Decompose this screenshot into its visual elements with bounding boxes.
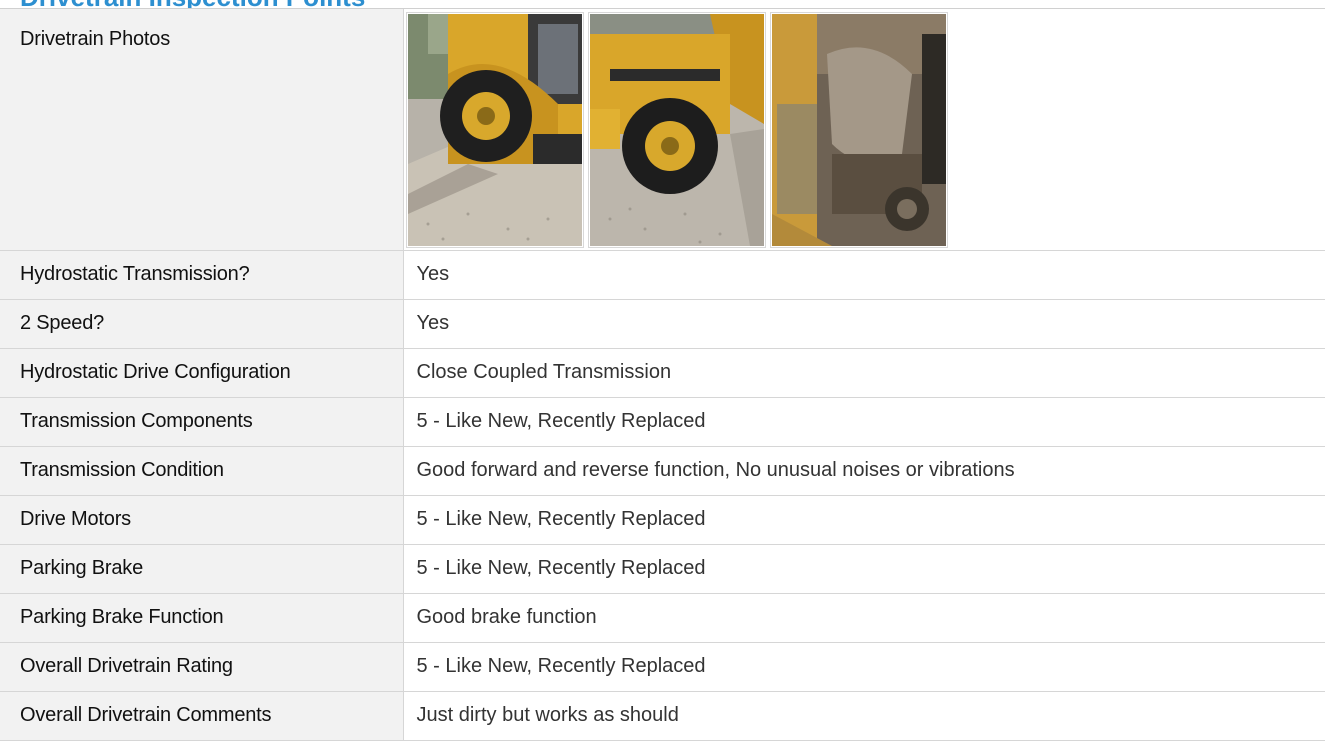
- table-row: Drive Motors 5 - Like New, Recently Repl…: [0, 495, 1325, 545]
- table-row: Hydrostatic Transmission? Yes: [0, 250, 1325, 300]
- row-label: Drive Motors: [0, 495, 404, 545]
- row-value: Yes: [403, 250, 1325, 300]
- row-label: Hydrostatic Transmission?: [0, 250, 404, 300]
- row-label: Parking Brake: [0, 544, 404, 594]
- table-row-photos: Drivetrain Photos: [0, 9, 1325, 251]
- row-value: Good brake function: [403, 593, 1325, 643]
- table-row: Transmission Components 5 - Like New, Re…: [0, 397, 1325, 447]
- table-row: Parking Brake 5 - Like New, Recently Rep…: [0, 544, 1325, 594]
- row-value: Good forward and reverse function, No un…: [403, 446, 1325, 496]
- backhoe-rear-wheel-photo[interactable]: [587, 12, 766, 248]
- row-label: Transmission Components: [0, 397, 404, 447]
- table-row: Overall Drivetrain Comments Just dirty b…: [0, 691, 1325, 741]
- row-value: Close Coupled Transmission: [403, 348, 1325, 398]
- row-label: Overall Drivetrain Comments: [0, 691, 404, 741]
- row-value: 5 - Like New, Recently Replaced: [403, 642, 1325, 692]
- photo-image: [589, 14, 764, 246]
- row-label: Drivetrain Photos: [0, 9, 404, 251]
- row-value: 5 - Like New, Recently Replaced: [403, 495, 1325, 545]
- row-label: 2 Speed?: [0, 299, 404, 349]
- row-label: Hydrostatic Drive Configuration: [0, 348, 404, 398]
- row-label: Transmission Condition: [0, 446, 404, 496]
- inspection-page: Drivetrain Inspection Points Drivetrain …: [0, 0, 1325, 749]
- photo-gallery: [403, 9, 1325, 251]
- photo-image: [771, 14, 946, 246]
- table-row: Parking Brake Function Good brake functi…: [0, 593, 1325, 643]
- table-row: 2 Speed? Yes: [0, 299, 1325, 349]
- table-row: Overall Drivetrain Rating 5 - Like New, …: [0, 642, 1325, 692]
- table-row: Transmission Condition Good forward and …: [0, 446, 1325, 496]
- row-value: 5 - Like New, Recently Replaced: [403, 397, 1325, 447]
- table-row: Hydrostatic Drive Configuration Close Co…: [0, 348, 1325, 398]
- drivetrain-undercarriage-photo[interactable]: [769, 12, 948, 248]
- row-value: Yes: [403, 299, 1325, 349]
- drivetrain-inspection-table: Drivetrain Photos Hydrostatic Transmissi…: [0, 9, 1325, 741]
- row-value: 5 - Like New, Recently Replaced: [403, 544, 1325, 594]
- row-label: Overall Drivetrain Rating: [0, 642, 404, 692]
- backhoe-front-wheel-photo[interactable]: [405, 12, 584, 248]
- row-label: Parking Brake Function: [0, 593, 404, 643]
- photo-image: [407, 14, 582, 246]
- row-value: Just dirty but works as should: [403, 691, 1325, 741]
